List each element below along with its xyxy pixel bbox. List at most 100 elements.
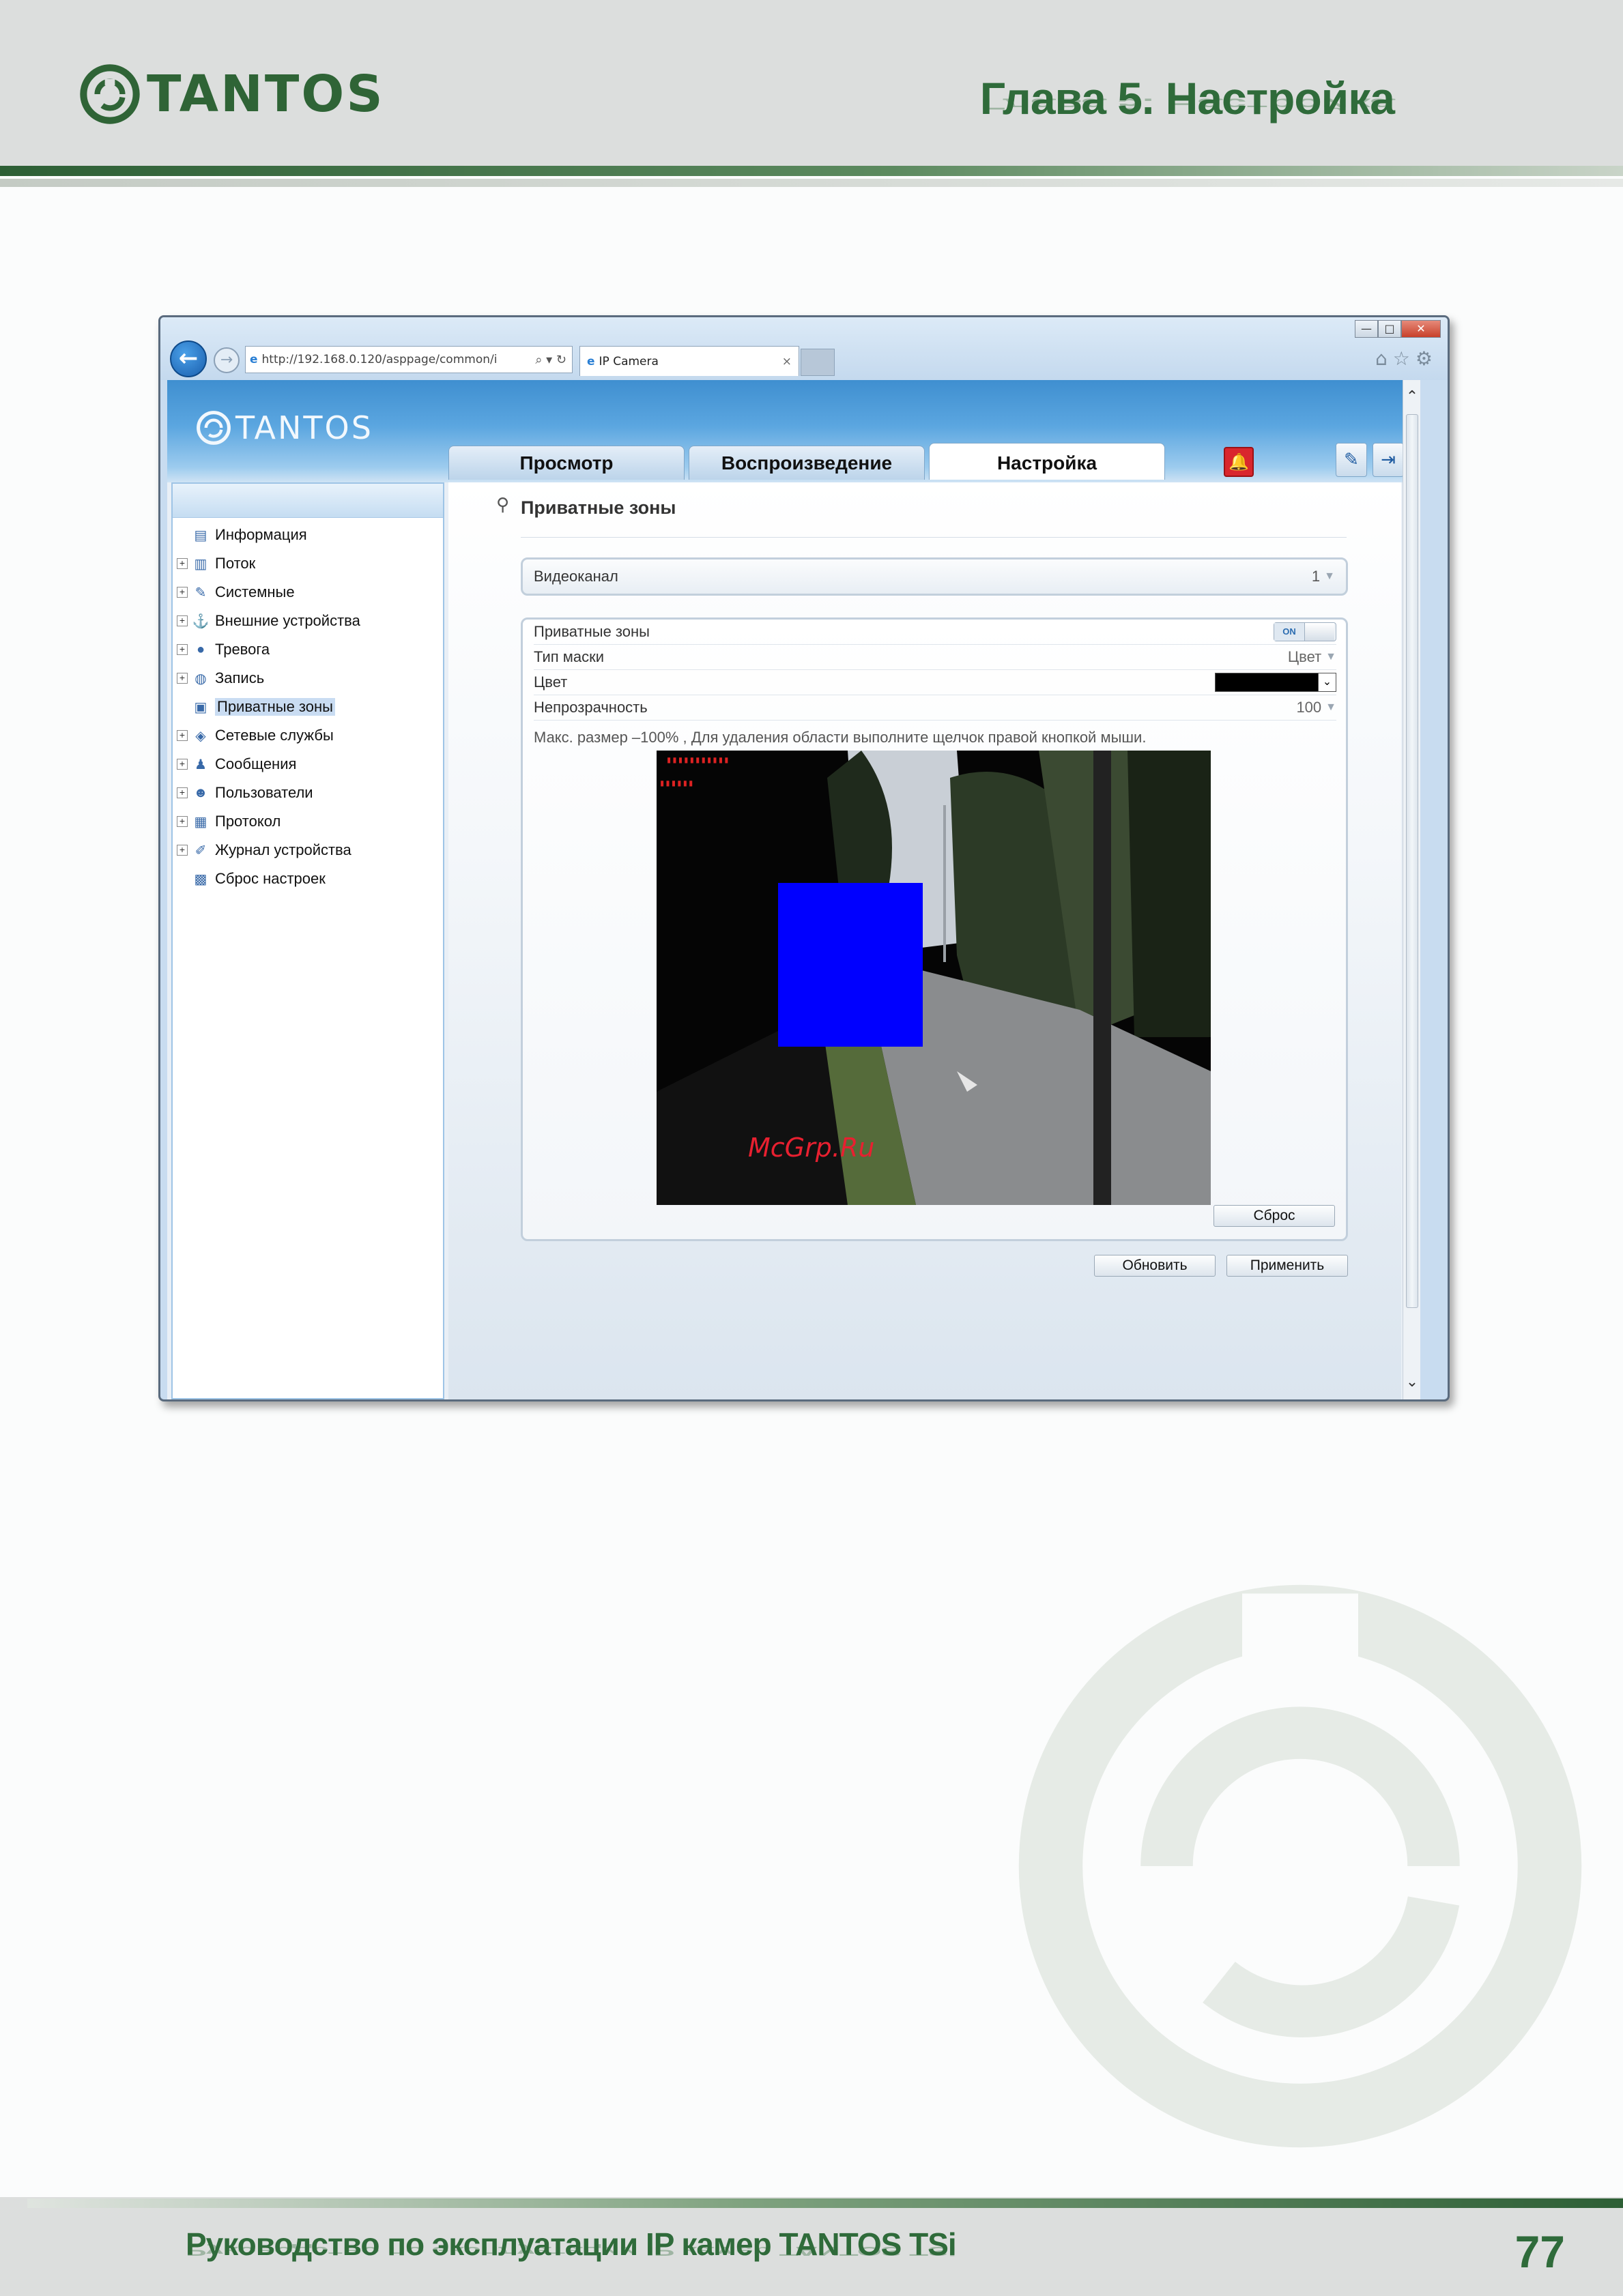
forward-arrow-icon[interactable]: →	[214, 347, 240, 373]
stream-icon: ▥	[194, 556, 207, 572]
refresh-button[interactable]: Обновить	[1094, 1255, 1216, 1277]
page-number: 77	[1514, 2226, 1565, 2277]
sidebar-item[interactable]: + ✐ Журнал устройства	[173, 836, 443, 864]
browser-toolbar-icons[interactable]: ⌂☆⚙	[1375, 347, 1438, 370]
sidebar-item-label: Системные	[215, 583, 295, 600]
sidebar-item-label: Запись	[215, 669, 265, 686]
opacity-value: 100	[1296, 699, 1322, 716]
video-channel-select[interactable]: Видеоканал 1 ▼	[521, 557, 1348, 596]
video-watermark: McGrp.Ru	[748, 1133, 875, 1163]
browser-window: — □ ✕ ← → e http://192.168.0.120/asppage…	[158, 315, 1450, 1401]
apply-button[interactable]: Применить	[1226, 1255, 1348, 1277]
system-icon: ✎	[195, 585, 207, 600]
expand-plus-icon[interactable]: +	[177, 816, 188, 827]
alarm-icon: ●	[196, 641, 205, 657]
expand-plus-icon[interactable]: +	[177, 587, 188, 598]
video-preview[interactable]: ▮▮▮▮▮▮▮▮▮▮▮ ▮▮▮▮▮▮ McGrp.Ru	[657, 751, 1211, 1205]
expand-plus-icon[interactable]: +	[177, 558, 188, 569]
scroll-down-icon[interactable]: ⌄	[1403, 1372, 1421, 1393]
tab-title: IP Camera	[599, 354, 659, 368]
sidebar-item-label: Сброс настроек	[215, 870, 326, 887]
settings-tree: ▤ Информация + ▥ Поток + ✎ Системные + ⚓ Внешние у…	[173, 518, 443, 893]
close-window-button[interactable]: ✕	[1401, 320, 1441, 338]
sidebar-item[interactable]: + ◍ Запись	[173, 664, 443, 693]
sidebar-item[interactable]: + ▦ Протокол	[173, 807, 443, 836]
maximize-button[interactable]: □	[1378, 320, 1401, 338]
tab-view[interactable]: Просмотр	[448, 446, 685, 480]
minimize-button[interactable]: —	[1355, 320, 1378, 338]
expand-plus-icon[interactable]: +	[177, 615, 188, 626]
privacy-icon: ▣	[194, 699, 207, 715]
color-label: Цвет	[534, 673, 568, 691]
privacy-zone-panel: Приватные зоны ON Тип маски Цвет ▼ Цвет	[521, 617, 1348, 1241]
sidebar-item[interactable]: ▩ Сброс настроек	[173, 864, 443, 893]
privacy-toggle[interactable]: ON	[1274, 622, 1336, 641]
privacy-mask-area[interactable]	[778, 883, 923, 1047]
video-osd-name: ▮▮▮▮▮▮	[659, 778, 694, 789]
sidebar-item[interactable]: + ▥ Поток	[173, 549, 443, 578]
sidebar-item[interactable]: ▣ Приватные зоны	[173, 693, 443, 721]
chevron-down-icon: ▼	[1325, 651, 1336, 663]
sidebar-header	[173, 484, 443, 518]
sidebar-item-label: Протокол	[215, 813, 281, 830]
browser-tab[interactable]: e IP Camera ×	[579, 346, 799, 376]
ie-tab-icon: e	[587, 354, 595, 368]
expand-plus-icon[interactable]: +	[177, 787, 188, 798]
tantos-logo-icon	[80, 64, 140, 124]
tab-playback[interactable]: Воспроизведение	[689, 446, 925, 480]
sidebar-item[interactable]: + ✎ Системные	[173, 578, 443, 607]
scroll-up-icon[interactable]: ⌃	[1403, 387, 1421, 407]
mask-type-select[interactable]: Цвет ▼	[1288, 648, 1336, 666]
sidebar-item[interactable]: + ♟ Сообщения	[173, 750, 443, 779]
info-icon: ▤	[194, 527, 207, 543]
color-select[interactable]: ⌄	[1215, 673, 1336, 692]
privacy-section-icon: ⚲	[496, 495, 510, 515]
privacy-row: Приватные зоны ON	[534, 620, 1336, 645]
users-icon: ☻	[193, 785, 208, 800]
back-arrow-icon[interactable]: ←	[170, 340, 207, 377]
color-swatch	[1216, 673, 1318, 691]
camera-web-app: TANTOS Просмотр Воспроизведение Настройк…	[167, 380, 1420, 1399]
expand-plus-icon[interactable]: +	[177, 644, 188, 655]
opacity-label: Непрозрачность	[534, 699, 648, 716]
content-panel: ⚲ Приватные зоны Видеоканал 1 ▼ Приватны…	[448, 482, 1401, 1399]
expand-plus-icon[interactable]: +	[177, 759, 188, 770]
mask-type-row: Тип маски Цвет ▼	[534, 645, 1336, 670]
alarm-bell-icon[interactable]: 🔔	[1224, 447, 1254, 477]
opacity-row: Непрозрачность 100 ▼	[534, 695, 1336, 721]
app-logo: TANTOS	[195, 409, 373, 447]
header-stripe	[0, 166, 1623, 176]
vertical-scrollbar[interactable]: ⌃ ⌄	[1403, 380, 1420, 1399]
protocol-icon: ▦	[194, 814, 207, 830]
address-url: http://192.168.0.120/asppage/common/i	[261, 353, 498, 366]
sidebar-item-label: Внешние устройства	[215, 612, 360, 629]
sidebar-item-label: Пользователи	[215, 784, 313, 801]
opacity-select[interactable]: 100 ▼	[1296, 699, 1336, 716]
sidebar-item[interactable]: + ◈ Сетевые службы	[173, 721, 443, 750]
tab-close-icon[interactable]: ×	[782, 355, 792, 368]
tab-settings[interactable]: Настройка	[929, 443, 1165, 480]
expand-plus-icon[interactable]: +	[177, 845, 188, 856]
expand-plus-icon[interactable]: +	[177, 730, 188, 741]
sidebar-item[interactable]: ▤ Информация	[173, 521, 443, 549]
sidebar-item[interactable]: + ☻ Пользователи	[173, 779, 443, 807]
search-refresh-icon[interactable]: ⌕ ▾ ↻	[535, 353, 566, 367]
mask-type-label: Тип маски	[534, 648, 605, 665]
camera-scene-image	[657, 751, 1211, 1205]
video-channel-label: Видеоканал	[534, 568, 618, 585]
sidebar-item[interactable]: + ⚓ Внешние устройства	[173, 607, 443, 635]
sidebar-item[interactable]: + ● Тревога	[173, 635, 443, 664]
settings-sidebar: ▤ Информация + ▥ Поток + ✎ Системные + ⚓ Внешние у…	[171, 482, 444, 1399]
new-tab-button[interactable]	[801, 349, 835, 376]
app-header: TANTOS Просмотр Воспроизведение Настройк…	[167, 380, 1420, 482]
expand-plus-icon[interactable]: +	[177, 673, 188, 684]
scroll-thumb[interactable]	[1406, 414, 1418, 1308]
logout-icon[interactable]: ⇥	[1373, 443, 1404, 477]
edit-user-icon[interactable]: ✎	[1336, 443, 1367, 477]
mask-type-value: Цвет	[1287, 648, 1322, 665]
video-osd-timestamp: ▮▮▮▮▮▮▮▮▮▮▮	[666, 755, 730, 766]
footer-title-reflection: Руководство по эксплуатации IP камер TAN…	[186, 2243, 956, 2258]
address-bar[interactable]: e http://192.168.0.120/asppage/common/i …	[245, 346, 573, 373]
reset-button[interactable]: Сброс	[1213, 1205, 1335, 1227]
